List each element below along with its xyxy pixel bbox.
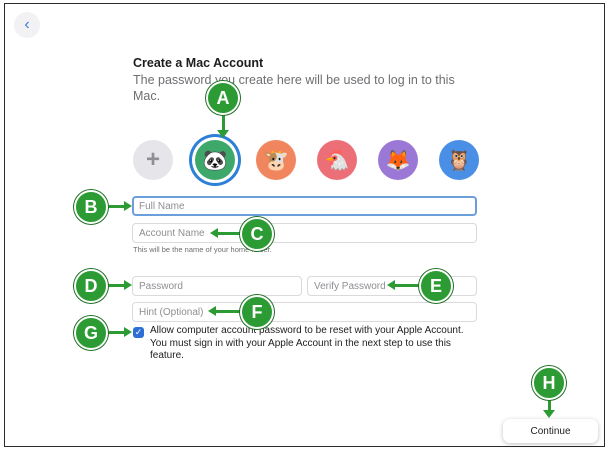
chevron-left-icon: ‹ bbox=[24, 16, 30, 33]
callout-b: B bbox=[74, 190, 108, 224]
reset-password-checkbox[interactable]: ✓ bbox=[133, 327, 144, 338]
account-name-field[interactable]: Account Name bbox=[132, 223, 477, 243]
callout-h: H bbox=[532, 366, 566, 400]
plus-icon: + bbox=[145, 146, 160, 173]
back-button[interactable]: ‹ bbox=[14, 12, 40, 38]
callout-f: F bbox=[240, 295, 274, 329]
fox-icon: 🦊 bbox=[385, 149, 411, 172]
callout-h-arrow bbox=[543, 410, 555, 418]
avatar-cow[interactable]: 🐮 bbox=[256, 140, 296, 180]
owl-icon: 🦉 bbox=[446, 149, 472, 172]
avatar-fox[interactable]: 🦊 bbox=[378, 140, 418, 180]
password-hint-field[interactable]: Hint (Optional) bbox=[132, 302, 477, 322]
full-name-field[interactable]: Full Name bbox=[132, 196, 477, 216]
callout-g-arrow bbox=[124, 327, 132, 337]
cow-icon: 🐮 bbox=[263, 149, 289, 172]
continue-button[interactable]: Continue bbox=[503, 419, 598, 443]
add-photo-button[interactable]: + bbox=[133, 140, 173, 180]
callout-e-line bbox=[395, 284, 419, 287]
callout-f-line bbox=[216, 310, 240, 313]
callout-b-arrow bbox=[124, 201, 132, 211]
reset-password-label: Allow computer account password to be re… bbox=[150, 325, 464, 361]
chicken-icon: 🐔 bbox=[324, 149, 350, 172]
callout-f-arrow bbox=[208, 306, 216, 316]
avatar-chicken[interactable]: 🐔 bbox=[317, 140, 357, 180]
callout-d-arrow bbox=[124, 280, 132, 290]
callout-a: A bbox=[206, 81, 240, 115]
callout-d: D bbox=[74, 269, 108, 303]
panda-icon: 🐼 bbox=[202, 149, 228, 172]
avatar-owl[interactable]: 🦉 bbox=[439, 140, 479, 180]
callout-c: C bbox=[240, 217, 274, 251]
callout-c-arrow bbox=[210, 228, 218, 238]
avatar-panda[interactable]: 🐼 bbox=[195, 140, 235, 180]
callout-a-arrow bbox=[217, 130, 229, 138]
checkmark-icon: ✓ bbox=[134, 327, 143, 337]
callout-g: G bbox=[74, 316, 108, 350]
callout-c-line bbox=[218, 232, 240, 235]
password-field[interactable]: Password bbox=[132, 276, 302, 296]
callout-e: E bbox=[419, 269, 453, 303]
page-subtitle: The password you create here will be use… bbox=[133, 73, 455, 103]
callout-e-arrow bbox=[387, 280, 395, 290]
page-title: Create a Mac Account bbox=[133, 56, 264, 70]
